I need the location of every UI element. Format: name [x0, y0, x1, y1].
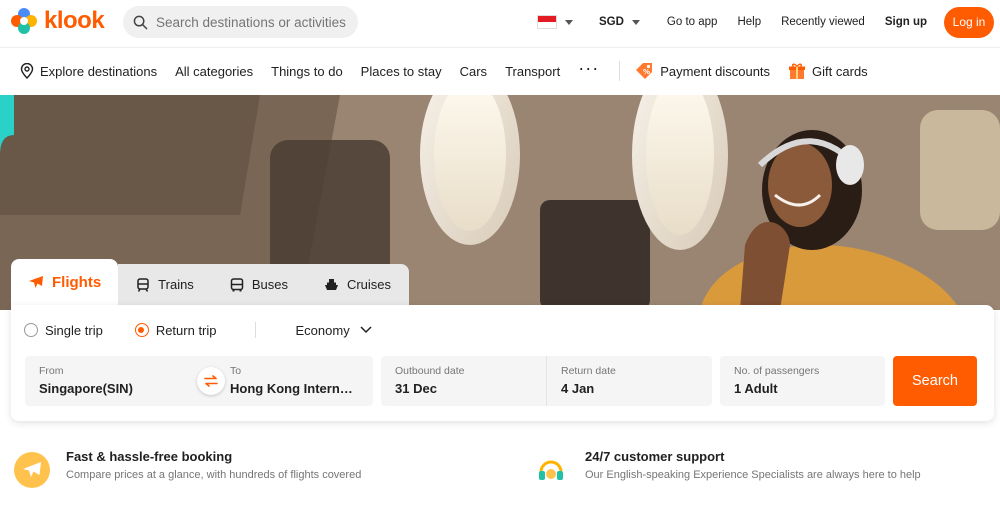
nav-all-categories[interactable]: All categories — [175, 64, 253, 79]
outbound-date-label: Outbound date — [395, 365, 465, 377]
search-flights-button[interactable]: Search — [893, 356, 977, 406]
return-date-label: Return date — [561, 365, 616, 377]
cruise-icon — [324, 278, 338, 290]
tab-cruises[interactable]: Cruises — [305, 264, 410, 305]
from-label: From — [39, 365, 64, 377]
train-icon — [137, 277, 149, 292]
chevron-down-icon — [360, 326, 372, 334]
feature-customer-support: 24/7 customer support Our English-speaki… — [533, 448, 921, 488]
date-fields: Outbound date 31 Dec Return date 4 Jan — [381, 356, 712, 406]
search-bar[interactable] — [123, 6, 358, 38]
country-selector[interactable] — [537, 15, 573, 29]
explore-destinations-link[interactable]: Explore destinations — [20, 63, 157, 79]
feature-title: Fast & hassle-free booking — [66, 449, 233, 464]
passengers-label: No. of passengers — [734, 365, 820, 377]
single-trip-radio[interactable] — [24, 323, 38, 337]
return-date-field[interactable]: Return date 4 Jan — [547, 356, 712, 406]
to-field[interactable]: To Hong Kong International Airport(HKG) — [205, 356, 373, 406]
feature-title: 24/7 customer support — [585, 449, 725, 464]
gift-cards-label: Gift cards — [812, 63, 868, 79]
plane-badge-icon — [14, 452, 50, 488]
chevron-down-icon — [631, 19, 640, 25]
klook-logo-icon — [11, 8, 37, 34]
go-to-app-link[interactable]: Go to app — [667, 16, 718, 28]
to-label: To — [230, 365, 242, 377]
nav-transport[interactable]: Transport — [505, 64, 560, 79]
return-date-value: 4 Jan — [561, 381, 595, 396]
logo-text: klook — [44, 7, 105, 34]
tab-trains[interactable]: Trains — [118, 264, 212, 305]
location-pin-icon — [20, 63, 34, 79]
tab-trains-label: Trains — [158, 277, 194, 292]
single-trip-label: Single trip — [45, 322, 103, 338]
tab-cruises-label: Cruises — [346, 277, 392, 292]
outbound-date-value: 31 Dec — [395, 381, 437, 396]
gift-cards-link[interactable]: Gift cards — [788, 62, 868, 80]
klook-logo[interactable]: klook — [10, 7, 105, 35]
top-bar: klook SGD Go to app Help Recently viewed… — [0, 0, 1000, 46]
return-trip-radio[interactable] — [134, 323, 149, 337]
gift-box-icon — [789, 63, 806, 79]
plane-icon — [29, 276, 43, 288]
currency-selector[interactable]: SGD — [599, 16, 640, 28]
search-input[interactable] — [156, 14, 351, 30]
tab-buses[interactable]: Buses — [211, 264, 306, 305]
bus-icon — [230, 277, 244, 291]
feature-description: Our English-speaking Experience Speciali… — [585, 469, 921, 481]
feature-fast-booking: Fast & hassle-free booking Compare price… — [14, 448, 361, 488]
from-field[interactable]: From Singapore(SIN) — [25, 356, 205, 406]
outbound-date-field[interactable]: Outbound date 31 Dec — [381, 356, 547, 406]
more-menu-icon[interactable]: ··· — [578, 58, 599, 79]
nav-places-to-stay[interactable]: Places to stay — [361, 64, 442, 79]
feature-description: Compare prices at a glance, with hundred… — [66, 469, 362, 481]
cabin-class-selector[interactable]: Economy — [296, 323, 372, 338]
singapore-flag-icon — [537, 15, 557, 29]
payment-discounts-label: Payment discounts — [660, 63, 771, 79]
search-icon — [133, 15, 148, 29]
tab-flights[interactable]: Flights — [11, 259, 119, 305]
recently-viewed-link[interactable]: Recently viewed — [781, 16, 865, 28]
nav-things-to-do[interactable]: Things to do — [271, 64, 343, 79]
currency-label: SGD — [599, 16, 624, 28]
transport-tabs: Flights Trains Buses Cruises — [11, 259, 410, 306]
nav-cars[interactable]: Cars — [460, 64, 487, 79]
nav-divider — [619, 61, 621, 81]
to-value: Hong Kong International Airport(HKG) — [230, 381, 359, 396]
chevron-down-icon — [565, 19, 573, 25]
tab-flights-label: Flights — [52, 273, 102, 291]
category-nav: Explore destinations All categories Thin… — [0, 47, 1000, 94]
log-in-button[interactable]: Log in — [944, 6, 994, 38]
return-trip-option[interactable]: Return trip — [134, 322, 217, 338]
passenger-fields: No. of passengers 1 Adult — [720, 356, 885, 406]
headset-icon — [533, 452, 569, 488]
from-value: Singapore(SIN) — [39, 381, 133, 396]
discount-tag-icon: % — [636, 63, 653, 79]
passengers-field[interactable]: No. of passengers 1 Adult — [720, 356, 885, 406]
trip-options: Single trip Return trip Economy — [24, 322, 372, 338]
svg-text:%: % — [643, 68, 650, 76]
passengers-value: 1 Adult — [734, 381, 778, 396]
payment-discounts-link[interactable]: % Payment discounts — [634, 61, 770, 81]
single-trip-option[interactable]: Single trip — [24, 323, 103, 338]
cabin-class-label: Economy — [295, 322, 350, 338]
explore-destinations-label: Explore destinations — [40, 63, 158, 79]
help-link[interactable]: Help — [737, 16, 761, 28]
flight-booking-panel: Single trip Return trip Economy From Sin… — [11, 305, 994, 421]
sign-up-link[interactable]: Sign up — [885, 16, 927, 28]
tab-buses-label: Buses — [251, 277, 288, 292]
return-trip-label: Return trip — [155, 322, 217, 338]
trip-divider — [254, 322, 256, 338]
route-fields: From Singapore(SIN) To Hong Kong Interna… — [25, 356, 373, 406]
